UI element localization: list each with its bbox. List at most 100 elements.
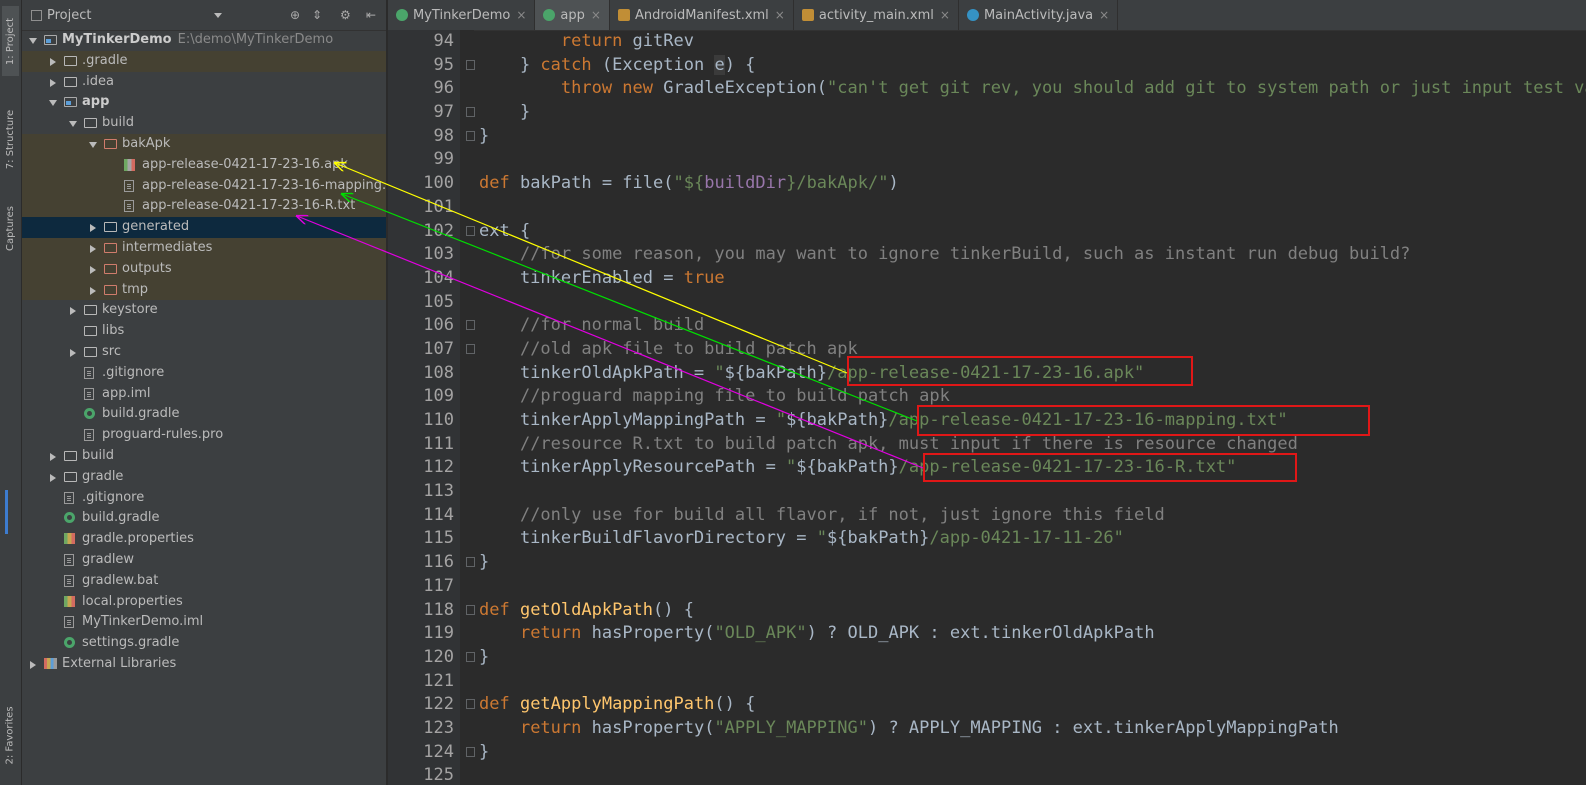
highlight-box-mapping — [917, 405, 1370, 436]
tree-item[interactable]: build.gradle — [22, 404, 386, 425]
collapse-all-icon[interactable]: ⇕ — [312, 9, 322, 21]
tree-item-label: proguard-rules.pro — [102, 427, 224, 443]
code-text: //for some reason, you may want to ignor… — [479, 243, 1410, 267]
code-token: getOldApkPath — [519, 599, 654, 620]
chevron-right-icon[interactable] — [90, 244, 96, 253]
tree-item-label: build.gradle — [102, 406, 180, 422]
tree-item[interactable]: MyTinkerDemo.iml — [22, 612, 386, 633]
editor-tab[interactable]: AndroidManifest.xml × — [610, 0, 794, 30]
tree-item[interactable]: app-release-0421-17-23-16-mapping.txt — [22, 175, 404, 197]
fold-marker-icon[interactable] — [466, 343, 475, 354]
tree-item[interactable]: build — [22, 446, 386, 467]
chevron-down-icon[interactable] — [89, 141, 97, 148]
tree-item[interactable]: app.iml — [22, 384, 386, 405]
tree-item[interactable]: app — [22, 92, 386, 113]
tree-item[interactable]: local.properties — [22, 592, 386, 613]
editor-tab-label: app — [560, 7, 585, 23]
chevron-right-icon[interactable] — [50, 78, 56, 87]
close-icon[interactable]: × — [775, 8, 785, 22]
close-icon[interactable]: × — [516, 8, 526, 22]
chevron-down-icon[interactable] — [29, 38, 37, 44]
code-token: bakPath = file( — [519, 173, 674, 194]
tree-item[interactable]: app-release-0421-17-23-16.apk — [22, 154, 386, 176]
editor-tab-label: MyTinkerDemo — [413, 7, 511, 23]
chevron-right-icon[interactable] — [90, 224, 96, 233]
tree-item-label: MyTinkerDemo — [62, 32, 172, 47]
tree-item[interactable]: .idea — [22, 72, 386, 93]
gear-icon[interactable]: ⚙ — [340, 9, 351, 21]
tree-item[interactable]: outputs — [22, 258, 386, 280]
fold-marker-icon[interactable] — [466, 699, 475, 710]
fold-marker-icon[interactable] — [466, 225, 475, 236]
code-line: 104 tinkerEnabled = true — [388, 267, 1586, 291]
fold-marker-icon[interactable] — [466, 130, 475, 141]
chevron-down-icon[interactable] — [49, 100, 57, 107]
tree-item[interactable]: External Libraries — [22, 654, 386, 675]
editor-tab[interactable]: app × — [535, 0, 610, 30]
tree-item-label: keystore — [102, 302, 158, 318]
tree-item[interactable]: gradle.properties — [22, 529, 386, 550]
chevron-right-icon[interactable] — [70, 348, 76, 357]
fold-marker-icon[interactable] — [466, 746, 475, 757]
chevron-right-icon[interactable] — [70, 307, 76, 316]
tree-item-label: settings.gradle — [82, 635, 180, 651]
code-token: " — [714, 362, 725, 383]
close-icon[interactable]: × — [1099, 8, 1109, 22]
tree-item[interactable]: libs — [22, 321, 386, 342]
tree-item[interactable]: .gitignore — [22, 488, 386, 509]
fold-marker-icon[interactable] — [466, 107, 475, 118]
text-file-icon — [124, 200, 134, 213]
gradle-file-icon — [543, 9, 556, 21]
tree-item[interactable]: gradlew.bat — [22, 571, 386, 592]
chevron-right-icon[interactable] — [30, 660, 36, 669]
fold-marker-icon[interactable] — [466, 604, 475, 615]
captures-tool-tab[interactable]: Captures — [2, 196, 19, 260]
fold-marker-icon[interactable] — [466, 59, 475, 70]
fold-marker-icon[interactable] — [466, 320, 475, 331]
tree-item[interactable]: tmp — [22, 279, 386, 301]
chevron-right-icon[interactable] — [90, 286, 96, 295]
tree-item[interactable]: keystore — [22, 300, 386, 321]
line-number: 102 — [423, 220, 454, 241]
tree-item[interactable]: MyTinkerDemo E:\demo\MyTinkerDemo — [22, 30, 386, 51]
project-tool-tab[interactable]: 1: Project — [2, 6, 19, 76]
chevron-down-icon[interactable] — [214, 13, 222, 18]
tree-item[interactable]: gradle — [22, 467, 386, 488]
tree-item[interactable]: settings.gradle — [22, 633, 386, 654]
tree-item[interactable]: build — [22, 113, 386, 134]
chevron-right-icon[interactable] — [50, 473, 56, 482]
editor-tab[interactable]: MainActivity.java × — [959, 0, 1119, 30]
tree-item[interactable]: intermediates — [22, 237, 386, 259]
tree-item[interactable]: proguard-rules.pro — [22, 425, 386, 446]
editor-tab[interactable]: activity_main.xml × — [794, 0, 959, 30]
gradle-file-icon — [84, 408, 95, 420]
code-token: def — [479, 694, 520, 715]
chevron-right-icon[interactable] — [90, 265, 96, 274]
tree-item[interactable]: generated — [22, 217, 386, 238]
chevron-down-icon[interactable] — [69, 121, 77, 128]
chevron-right-icon[interactable] — [50, 57, 56, 66]
fold-marker-icon[interactable] — [466, 651, 475, 662]
close-icon[interactable]: × — [591, 8, 601, 22]
editor-tab[interactable]: MyTinkerDemo × — [388, 0, 536, 30]
highlight-box-apk — [847, 356, 1193, 386]
sync-target-icon[interactable]: ⊕ — [290, 9, 300, 21]
iml-file-icon — [84, 387, 94, 400]
tree-item[interactable]: app-release-0421-17-23-16-R.txt — [22, 196, 386, 218]
tree-item-label: intermediates — [122, 239, 213, 255]
favorites-tool-tab[interactable]: 2: Favorites — [2, 698, 19, 772]
chevron-right-icon[interactable] — [50, 452, 56, 461]
gradle-file-icon — [64, 637, 75, 649]
tree-item[interactable]: .gradle — [22, 50, 386, 72]
tree-item[interactable]: build.gradle — [22, 508, 386, 529]
close-icon[interactable]: × — [940, 8, 950, 22]
fold-marker-icon[interactable] — [466, 557, 475, 568]
project-view-selector[interactable]: Project — [47, 8, 91, 23]
line-number: 104 — [423, 267, 454, 288]
tree-item[interactable]: .gitignore — [22, 363, 386, 384]
tree-item[interactable]: bakApk — [22, 133, 386, 155]
hide-panel-icon[interactable]: ⇤ — [366, 9, 376, 21]
tree-item[interactable]: gradlew — [22, 550, 386, 571]
structure-tool-tab[interactable]: 7: Structure — [2, 100, 19, 178]
tree-item[interactable]: src — [22, 342, 386, 363]
